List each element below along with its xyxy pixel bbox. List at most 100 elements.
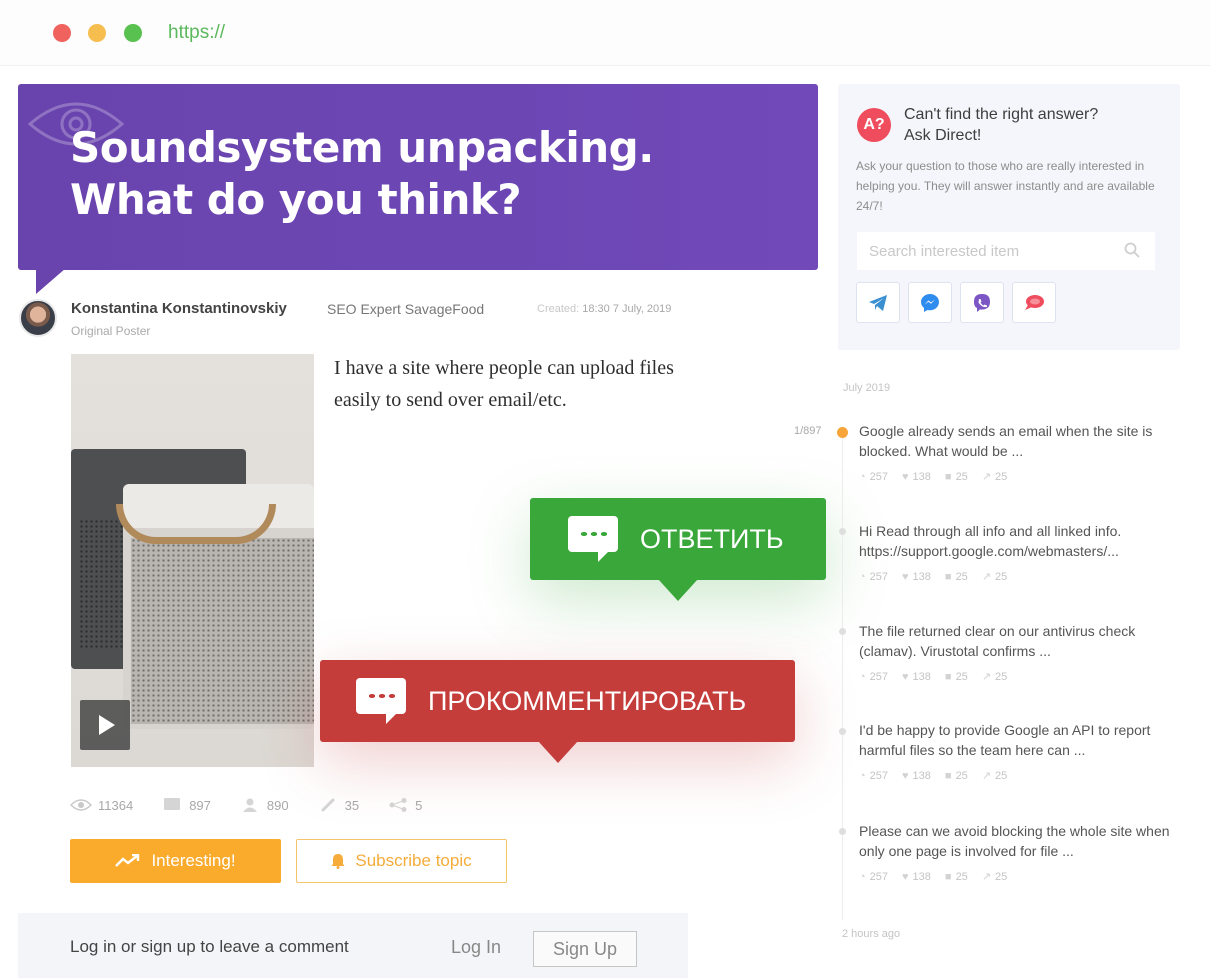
heart-icon: ♥ bbox=[902, 870, 909, 883]
shares-stat: ↗ 25 bbox=[981, 769, 1008, 783]
author-name[interactable]: Konstantina Konstantinovskiy bbox=[71, 300, 287, 317]
reply-stats: ◔ 257 ♥ 138 ■ 25 ↗ 25 bbox=[859, 670, 1189, 684]
created-label: Created: bbox=[537, 303, 580, 315]
list-item[interactable]: The file returned clear on our antivirus… bbox=[859, 621, 1189, 683]
list-item[interactable]: Hi Read through all info and all linked … bbox=[859, 521, 1189, 583]
timeline-marker-active[interactable] bbox=[837, 427, 848, 438]
shares-stat: ↗ 25 bbox=[982, 570, 1007, 584]
minimize-window-button[interactable] bbox=[88, 24, 106, 42]
interesting-label: Interesting! bbox=[151, 851, 236, 870]
comments-stat: ■ 25 bbox=[945, 870, 968, 883]
link-icon bbox=[321, 798, 335, 812]
share-arrow-icon: ↗ bbox=[981, 770, 992, 782]
close-window-button[interactable] bbox=[53, 24, 71, 42]
ask-direct-title-line-2: Ask Direct! bbox=[904, 127, 982, 144]
search-input[interactable] bbox=[857, 232, 1155, 270]
chat-button[interactable] bbox=[1012, 282, 1056, 323]
address-bar[interactable]: https:// bbox=[168, 22, 225, 44]
heart-icon: ♥ bbox=[902, 670, 909, 683]
ask-direct-logo: A? bbox=[857, 108, 891, 142]
ask-direct-description: Ask your question to those who are reall… bbox=[856, 159, 1155, 213]
maximize-window-button[interactable] bbox=[124, 24, 142, 42]
interesting-button[interactable]: Interesting! bbox=[70, 839, 281, 883]
share-arrow-icon: ↗ bbox=[981, 471, 992, 483]
comments-stat: ■ 25 bbox=[945, 570, 968, 583]
comments-count: 897 bbox=[189, 797, 211, 813]
comments-stat: ■ 25 bbox=[945, 470, 968, 483]
play-icon[interactable] bbox=[80, 700, 130, 750]
comments-stat: 897 bbox=[161, 798, 211, 813]
messenger-icon bbox=[921, 293, 939, 312]
author-badge: Original Poster bbox=[71, 324, 151, 338]
share-icon bbox=[389, 798, 407, 812]
views-stat: 11364 bbox=[70, 798, 133, 813]
likes-count: 138 bbox=[912, 670, 931, 683]
signup-button[interactable]: Sign Up bbox=[533, 931, 637, 967]
post-video-thumbnail[interactable] bbox=[71, 354, 314, 767]
subscribe-button[interactable]: Subscribe topic bbox=[296, 839, 507, 883]
timeline-counter: 1/897 bbox=[794, 425, 822, 437]
messenger-button[interactable] bbox=[908, 282, 952, 323]
post-stats: 11364 897 890 35 5 bbox=[70, 795, 450, 815]
user-icon bbox=[242, 798, 257, 812]
reply-excerpt: The file returned clear on our antivirus… bbox=[859, 623, 1136, 659]
heart-icon: ♥ bbox=[902, 769, 909, 782]
views-count: 257 bbox=[869, 470, 889, 483]
browser-bar: https:// bbox=[0, 0, 1210, 66]
eye-icon: ◔ bbox=[859, 769, 866, 782]
bell-icon bbox=[331, 854, 345, 869]
timeline-marker[interactable] bbox=[839, 528, 846, 535]
telegram-button[interactable] bbox=[856, 282, 900, 323]
views-stat: ◔ 257 bbox=[859, 570, 888, 583]
comments-count: 25 bbox=[955, 570, 968, 583]
shares-count: 25 bbox=[995, 769, 1008, 782]
shares-stat: ↗ 25 bbox=[981, 470, 1007, 484]
views-stat: ◔ 257 bbox=[859, 670, 888, 683]
reply-button[interactable]: ОТВЕТИТЬ bbox=[530, 498, 826, 580]
viber-button[interactable] bbox=[960, 282, 1004, 323]
comments-stat: ■ 25 bbox=[945, 769, 968, 782]
timeline-track[interactable] bbox=[842, 432, 843, 920]
comments-count: 25 bbox=[955, 470, 968, 483]
comment-label: ПРОКОММЕНТИРОВАТЬ bbox=[428, 685, 747, 716]
chat-icon bbox=[1025, 294, 1044, 310]
shares-stat: ↗ 25 bbox=[981, 670, 1007, 684]
avatar[interactable] bbox=[19, 299, 57, 337]
links-stat: 35 bbox=[317, 798, 359, 813]
author-role: SEO Expert SavageFood bbox=[327, 301, 485, 317]
comment-callout-tail bbox=[538, 741, 578, 763]
viber-icon bbox=[974, 293, 990, 312]
comment-icon: ■ bbox=[944, 470, 952, 483]
list-item[interactable]: Google already sends an email when the s… bbox=[859, 421, 1189, 483]
timeline-month: July 2019 bbox=[843, 382, 891, 394]
comments-stat: ■ 25 bbox=[945, 670, 968, 683]
comment-button[interactable]: ПРОКОММЕНТИРОВАТЬ bbox=[320, 660, 795, 742]
share-arrow-icon: ↗ bbox=[981, 671, 992, 683]
eye-icon: ◔ bbox=[859, 870, 866, 883]
eye-icon bbox=[70, 799, 92, 811]
subscribe-label: Subscribe topic bbox=[355, 851, 472, 870]
likes-stat: ♥ 138 bbox=[902, 470, 931, 483]
speaker-handle bbox=[116, 504, 276, 544]
shares-stat: ↗ 25 bbox=[982, 870, 1007, 884]
likes-stat: ♥ 138 bbox=[902, 870, 931, 883]
eye-icon: ◔ bbox=[859, 670, 866, 683]
reply-label: ОТВЕТИТЬ bbox=[640, 523, 784, 554]
title-line-2: What do you think? bbox=[70, 175, 522, 224]
login-link[interactable]: Log In bbox=[451, 937, 501, 958]
list-item[interactable]: I'd be happy to provide Google an API to… bbox=[859, 720, 1189, 782]
reply-excerpt: Hi Read through all info and all linked … bbox=[859, 523, 1122, 559]
search-icon[interactable] bbox=[1124, 242, 1140, 258]
timeline-marker[interactable] bbox=[839, 628, 846, 635]
likes-count: 138 bbox=[912, 470, 931, 483]
title-line-1: Soundsystem unpacking. bbox=[70, 123, 654, 172]
reply-stats: ◔ 257 ♥ 138 ■ 25 ↗ 25 bbox=[859, 570, 1189, 584]
timeline-marker[interactable] bbox=[839, 828, 846, 835]
likes-count: 138 bbox=[912, 870, 931, 883]
views-count: 11364 bbox=[98, 797, 134, 813]
likes-stat: ♥ 138 bbox=[902, 670, 931, 683]
links-count: 35 bbox=[344, 797, 360, 813]
list-item[interactable]: Please can we avoid blocking the whole s… bbox=[859, 821, 1189, 883]
created-date: Created: 18:30 7 July, 2019 bbox=[537, 303, 671, 315]
timeline-marker[interactable] bbox=[839, 728, 846, 735]
